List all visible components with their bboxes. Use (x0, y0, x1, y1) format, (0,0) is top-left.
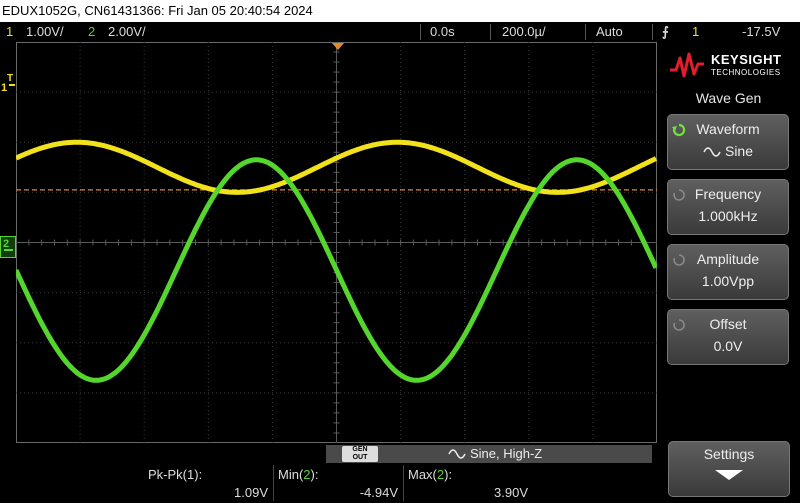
measurement-max[interactable]: Max(2): 3.90V (406, 465, 530, 503)
ch1-number[interactable]: 1 (6, 22, 13, 42)
softkey-waveform[interactable]: Waveform Sine (667, 114, 789, 170)
brand-sub: TECHNOLOGIES (711, 68, 781, 77)
status-divider (585, 24, 586, 40)
softkey-settings[interactable]: Settings (668, 441, 790, 497)
gen-out-line2: OUT (352, 454, 368, 461)
time-base[interactable]: 200.0µ/ (502, 22, 546, 42)
softkey-label: Settings (703, 446, 755, 462)
softkey-panel: KEYSIGHT TECHNOLOGIES Wave Gen Waveform … (657, 42, 800, 503)
ch1-ground-icon (9, 84, 15, 86)
trigger-edge-icon: ⨍ (662, 24, 669, 39)
ch2-ground-icon (4, 249, 13, 251)
measurement-value: 1.09V (234, 485, 268, 500)
waveform-display[interactable] (16, 42, 657, 443)
measurement-value: 3.90V (494, 485, 528, 500)
ch2-scale[interactable]: 2.00V/ (108, 22, 146, 42)
ch2-number[interactable]: 2 (88, 22, 95, 42)
status-bar: 1 1.00V/ 2 2.00V/ 0.0s 200.0µ/ Auto ⨍ 1 … (0, 22, 800, 42)
menu-title: Wave Gen (695, 90, 762, 106)
status-divider (490, 24, 491, 40)
sine-wave-icon (703, 147, 721, 158)
ch1-marker-label: 1 (1, 82, 8, 94)
softkey-label: Offset (709, 316, 747, 332)
measurement-pkpk[interactable]: Pk-Pk(1): 1.09V (146, 465, 270, 503)
trigger-source[interactable]: 1 (692, 22, 699, 42)
bottom-bar: GEN OUT Sine, High-Z Pk-Pk(1): 1.09V Min… (0, 443, 657, 503)
waveform-canvas[interactable] (16, 42, 657, 443)
gen-out-line1: GEN (352, 446, 368, 453)
ch1-scale[interactable]: 1.00V/ (26, 22, 64, 42)
time-delay[interactable]: 0.0s (430, 22, 455, 42)
wavegen-status-text: Sine, High-Z (470, 446, 543, 461)
measurement-divider (403, 465, 404, 501)
ch1-ground-marker[interactable]: 1 (0, 82, 16, 95)
keysight-logo: KEYSIGHT TECHNOLOGIES (669, 50, 794, 82)
sine-wave-icon (448, 449, 466, 459)
measurement-label: Max(2): (408, 467, 453, 482)
window-title: EDUX1052G, CN61431366: Fri Jan 05 20:40:… (0, 0, 800, 22)
softkey-amplitude[interactable]: Amplitude 1.00Vpp (667, 244, 789, 300)
keysight-wave-icon (670, 52, 704, 78)
softkey-value-text: Sine (724, 143, 754, 159)
measurement-label: Pk-Pk(1): (148, 467, 203, 482)
trigger-level[interactable]: -17.5V (742, 22, 780, 42)
status-divider (420, 24, 421, 40)
softkey-offset[interactable]: Offset 0.0V (667, 309, 789, 365)
softkey-value: 1.00Vpp (701, 273, 755, 289)
trigger-mode[interactable]: Auto (596, 22, 623, 42)
measurement-label: Min(2): (278, 467, 319, 482)
status-divider (652, 24, 653, 40)
softkey-value: 0.0V (713, 338, 743, 354)
softkey-label: Frequency (694, 186, 762, 202)
softkey-frequency[interactable]: Frequency 1.000kHz (667, 179, 789, 235)
softkey-value: 1.000kHz (698, 208, 758, 224)
ch2-ground-marker[interactable]: 2 (0, 236, 16, 258)
softkey-label: Waveform (696, 121, 760, 137)
submenu-arrow-icon (715, 470, 743, 480)
measurement-value: -4.94V (359, 485, 398, 500)
measurement-min[interactable]: Min(2): -4.94V (276, 465, 400, 503)
brand-name: KEYSIGHT (711, 52, 782, 67)
gen-out-button[interactable]: GEN OUT (342, 446, 378, 462)
trigger-position-marker[interactable] (332, 43, 344, 50)
measurement-divider (273, 465, 274, 501)
softkey-value: Sine (668, 143, 788, 159)
softkey-label: Amplitude (696, 251, 760, 267)
